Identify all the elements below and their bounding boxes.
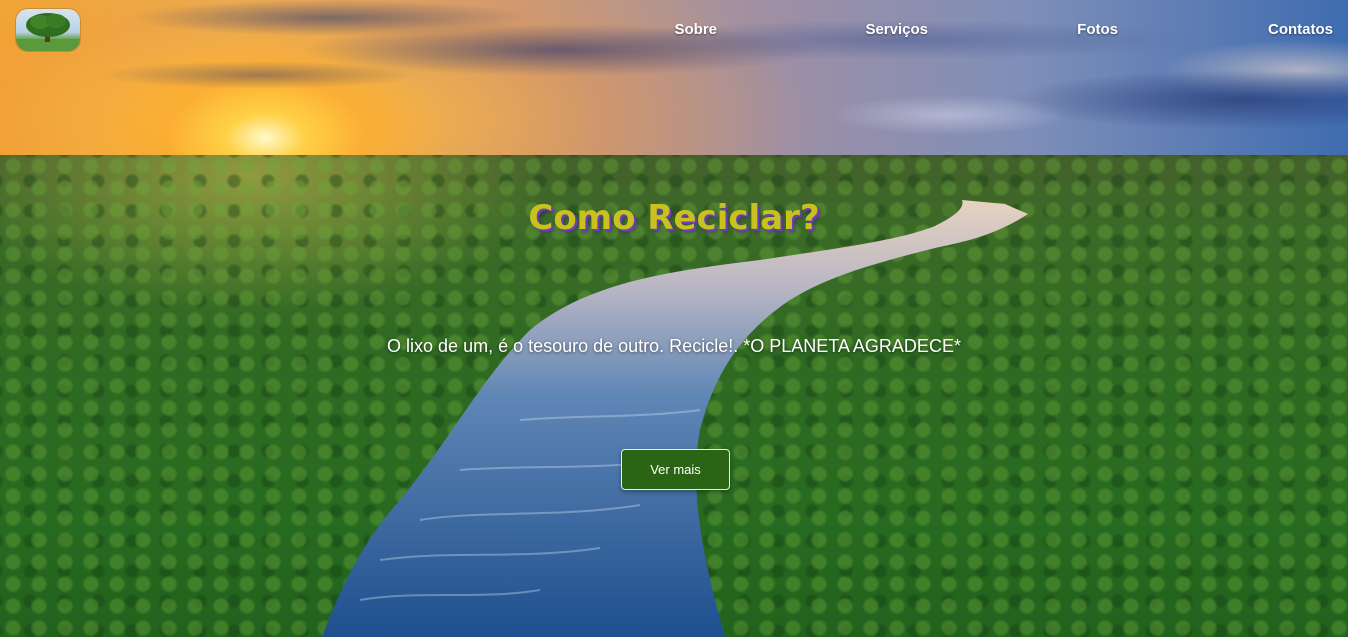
tree-logo-icon: [16, 13, 80, 51]
nav-link-sobre[interactable]: Sobre: [674, 21, 717, 38]
hero-subtitle: O lixo de um, é o tesouro de outro. Reci…: [387, 336, 961, 356]
hero-background: [0, 0, 1348, 637]
river: [322, 200, 1028, 637]
hero-title: Como Reciclar?: [528, 198, 820, 238]
nav-link-fotos[interactable]: Fotos: [1077, 21, 1118, 38]
ver-mais-button[interactable]: Ver mais: [621, 449, 730, 490]
nav-link-servicos[interactable]: Serviços: [865, 21, 928, 38]
site-logo[interactable]: [16, 9, 80, 51]
nav-link-contatos[interactable]: Contatos: [1268, 21, 1333, 38]
